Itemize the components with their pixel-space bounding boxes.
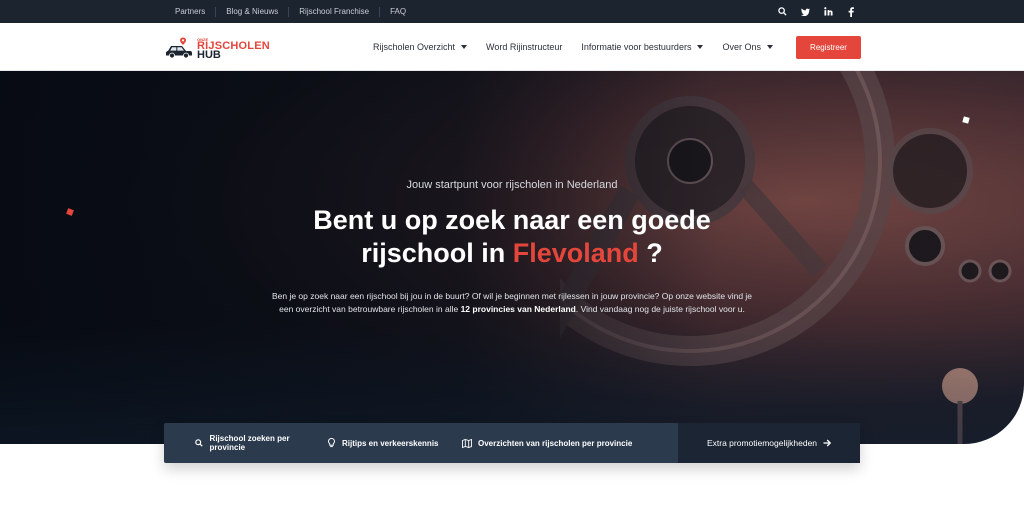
caret-down-icon <box>461 45 468 49</box>
tab-extra-promotie[interactable]: Extra promotiemogelijkheden <box>678 423 860 463</box>
tab-label: Extra promotiemogelijkheden <box>706 438 818 448</box>
main-header: ONZE RIJSCHOLEN HUB Rijscholen Overzicht… <box>0 23 1024 71</box>
top-link-faq[interactable]: FAQ <box>380 7 416 17</box>
hero-title-province: Flevoland <box>512 238 639 268</box>
nav-item-informatie[interactable]: Informatie voor bestuurders <box>581 42 704 52</box>
tab-rijschool-zoeken[interactable]: Rijschool zoeken per provincie <box>164 423 322 463</box>
tab-rijtips[interactable]: Rijtips en verkeerskennis <box>322 423 458 463</box>
nav-item-over-ons[interactable]: Over Ons <box>722 42 773 52</box>
linkedin-icon[interactable] <box>823 7 833 17</box>
tab-label: Rijtips en verkeerskennis <box>342 438 439 448</box>
top-link-partners[interactable]: Partners <box>165 6 217 17</box>
logo-line-2: HUB <box>197 48 221 61</box>
tab-label: Overzichten van rijscholen per provincie <box>478 438 633 448</box>
tab-overzichten[interactable]: Overzichten van rijscholen per provincie <box>458 423 678 463</box>
lightbulb-icon <box>326 438 336 448</box>
hero-title: Bent u op zoek naar een goede rijschool … <box>0 204 1024 270</box>
search-icon <box>194 438 204 448</box>
caret-down-icon <box>766 45 773 49</box>
nav-item-label: Over Ons <box>722 42 761 52</box>
top-links: Partners Blog & Nieuws Rijschool Franchi… <box>165 0 416 23</box>
hero-eyebrow: Jouw startpunt voor rijscholen in Nederl… <box>406 179 618 191</box>
facebook-icon[interactable] <box>846 6 856 17</box>
hero-title-line-1: Bent u op zoek naar een goede <box>313 205 711 235</box>
nav-item-word-rijinstructeur[interactable]: Word Rijinstructeur <box>486 42 562 52</box>
top-link-blog[interactable]: Blog & Nieuws <box>216 6 290 17</box>
map-icon <box>462 438 472 448</box>
caret-down-icon <box>697 45 704 49</box>
twitter-icon[interactable] <box>800 7 810 17</box>
arrow-right-icon <box>823 439 832 447</box>
hero-section: Jouw startpunt voor rijscholen in Nederl… <box>0 71 1024 444</box>
nav-item-label: Word Rijinstructeur <box>486 42 563 52</box>
site-logo[interactable]: ONZE RIJSCHOLEN HUB <box>165 34 275 62</box>
register-button[interactable]: Registreer <box>796 36 861 59</box>
search-icon[interactable] <box>777 7 787 17</box>
hero-lead-bold: 12 provincies van Nederland <box>460 303 576 314</box>
nav-item-label: Informatie voor bestuurders <box>581 42 692 52</box>
hero-lead-part-2: . Vind vandaag nog de juiste rijschool v… <box>575 303 745 314</box>
main-nav: Rijscholen Overzicht Word Rijinstructeur… <box>373 23 792 71</box>
car-logo-icon <box>166 37 192 59</box>
feature-tab-bar: Rijschool zoeken per provincie Rijtips e… <box>164 423 860 463</box>
tab-label: Rijschool zoeken per provincie <box>209 434 290 452</box>
hero-title-line-2-prefix: rijschool in <box>361 238 506 268</box>
logo-wordmark: ONZE RIJSCHOLEN HUB <box>197 37 270 61</box>
social-icons <box>777 0 856 23</box>
top-utility-bar: Partners Blog & Nieuws Rijschool Franchi… <box>0 0 1024 23</box>
top-link-franchise[interactable]: Rijschool Franchise <box>289 6 381 17</box>
hero-lead-text: Ben je op zoek naar een rijschool bij jo… <box>268 290 756 315</box>
nav-item-rijscholen-overzicht[interactable]: Rijscholen Overzicht <box>373 42 468 52</box>
hero-title-suffix: ? <box>646 238 663 268</box>
nav-item-label: Rijscholen Overzicht <box>373 42 456 52</box>
